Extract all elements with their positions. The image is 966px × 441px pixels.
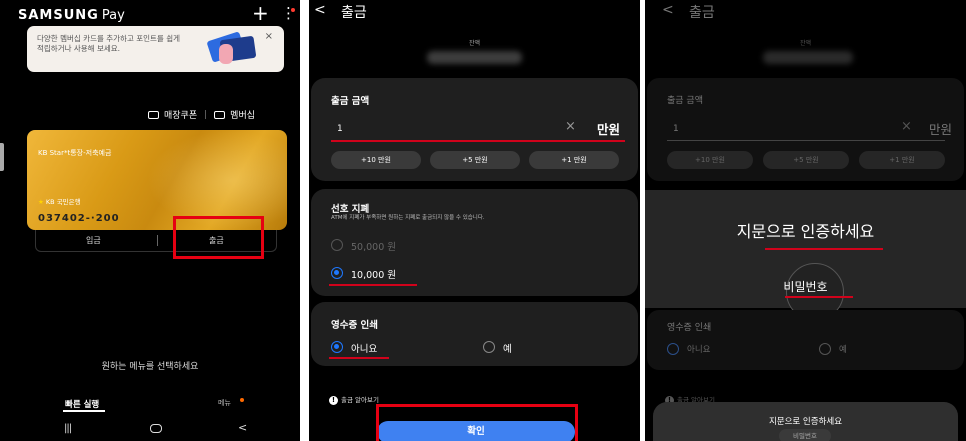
- brand-name: SAMSUNG: [18, 8, 99, 23]
- radio-50000: [331, 239, 343, 251]
- add-50k-chip: +5 만원: [763, 151, 849, 169]
- amount-title: 출금 금액: [667, 96, 703, 106]
- page-title: 출금: [689, 5, 715, 21]
- amount-input[interactable]: 1: [337, 124, 343, 134]
- amount-section-dimmed: 출금 금액 1 × 만원 +10 만원 +5 만원 +1 만원: [647, 78, 964, 181]
- page-title: 출금: [341, 5, 367, 21]
- card-title: KB Star*t통장-저축예금: [38, 149, 112, 157]
- divider: [157, 235, 158, 246]
- brand-suffix: Pay: [101, 8, 125, 23]
- info-icon: !: [329, 395, 338, 405]
- sheet-title: 지문으로 인증하세요: [768, 417, 843, 427]
- withdrawal-form-screen: < 출금 잔액 출금 금액 1 × 만원 +10 만원 +5 만원 +1 만원 …: [309, 0, 640, 441]
- card-bank-name: ★ KB 국민은행: [38, 196, 81, 206]
- coupon-link[interactable]: 매장쿠폰: [164, 108, 197, 121]
- sheet-password-button[interactable]: 비밀번호: [779, 429, 831, 441]
- option-10000-label[interactable]: 10,000 원: [351, 267, 396, 281]
- amount-section: 출금 금액 1 × 만원 +10 만원 +5 만원 +1 만원: [311, 78, 638, 181]
- recent-apps-icon[interactable]: |||: [64, 423, 72, 434]
- kb-star-icon: ★: [38, 198, 44, 206]
- close-icon[interactable]: ×: [265, 31, 273, 42]
- cards-illustration-icon: [207, 32, 256, 64]
- coupon-membership-row: 매장쿠폰 | 멤버십: [148, 108, 255, 121]
- menu-badge-dot: [240, 398, 244, 402]
- coupon-icon: [148, 110, 159, 119]
- option-50000-label: 50,000 원: [351, 242, 397, 253]
- back-icon[interactable]: <: [238, 421, 247, 434]
- app-logo: SAMSUNG Pay: [18, 8, 125, 23]
- radio-receipt-yes: [819, 343, 831, 355]
- divider: |: [204, 109, 208, 120]
- membership-link[interactable]: 멤버십: [230, 108, 255, 121]
- receipt-no-label[interactable]: 아니요: [351, 341, 377, 355]
- amount-unit: 만원: [929, 122, 953, 137]
- receipt-yes-label: 예: [839, 345, 847, 355]
- clear-icon: ×: [901, 119, 912, 134]
- annotation-underline: [331, 140, 625, 142]
- info-text: 출금 알아보기: [341, 396, 379, 404]
- back-icon[interactable]: <: [314, 2, 326, 18]
- add-50k-chip[interactable]: +5 만원: [430, 151, 520, 169]
- bank-card[interactable]: KB Star*t통장-저축예금 ★ KB 국민은행 037402-·200: [27, 130, 287, 230]
- fingerprint-prompt-text: 지문으로 인증하세요: [736, 222, 875, 241]
- balance-label: 잔액: [799, 40, 812, 47]
- annotation-underline: [765, 248, 883, 250]
- receipt-section: 영수증 인쇄 아니요 예: [311, 302, 638, 366]
- back-icon[interactable]: <: [662, 2, 674, 18]
- add-100k-chip: +10 만원: [667, 151, 753, 169]
- annotation-underline: [785, 296, 853, 298]
- add-10k-chip[interactable]: +1 만원: [529, 151, 619, 169]
- deposit-button[interactable]: 입금: [86, 235, 101, 246]
- radio-receipt-no[interactable]: [331, 341, 343, 353]
- password-button[interactable]: 비밀번호: [645, 278, 966, 295]
- quick-run-tab[interactable]: 빠른 실행: [65, 398, 99, 410]
- annotation-underline: [329, 357, 389, 359]
- preferred-notes-section: 선호 지폐 ATM에 지폐가 부족하면 원하는 지폐로 출금되지 않을 수 있습…: [311, 189, 638, 296]
- fingerprint-bottom-sheet: 지문으로 인증하세요 비밀번호: [653, 402, 958, 441]
- receipt-section-dimmed: 영수증 인쇄 아니요 예: [647, 310, 964, 370]
- input-line: [667, 140, 945, 141]
- home-icon[interactable]: [150, 424, 162, 433]
- amount-title: 출금 금액: [331, 96, 370, 107]
- balance-value-blurred: [427, 51, 522, 64]
- card-pattern: [147, 130, 287, 230]
- bank-name-text: KB 국민은행: [45, 198, 81, 206]
- promo-text: 다양한 멤버십 카드를 추가하고 포인트를 쉽게 적립하거나 사용해 보세요.: [37, 34, 181, 53]
- receipt-no-label: 아니요: [687, 345, 711, 355]
- amount-unit: 만원: [597, 122, 621, 137]
- radio-10000[interactable]: [331, 267, 343, 279]
- select-menu-prompt: 원하는 메뉴를 선택하세요: [101, 362, 199, 372]
- amount-value: 1: [673, 124, 679, 134]
- more-options-icon[interactable]: ⋮: [281, 4, 296, 22]
- membership-icon: [214, 110, 226, 119]
- add-10k-chip: +1 만원: [859, 151, 945, 169]
- radio-receipt-yes[interactable]: [483, 341, 495, 353]
- edge-panel-handle[interactable]: [0, 143, 4, 171]
- clear-icon[interactable]: ×: [565, 119, 576, 134]
- annotation-underline: [329, 284, 417, 286]
- notification-dot: [291, 8, 295, 12]
- balance-label: 잔액: [468, 40, 481, 47]
- highlight-box-withdraw: [173, 216, 264, 259]
- menu-tab[interactable]: 메뉴: [218, 398, 231, 408]
- fingerprint-prompt-overlay: 지문으로 인증하세요 비밀번호: [645, 190, 966, 321]
- receipt-title: 영수증 인쇄: [331, 320, 379, 331]
- membership-promo-banner[interactable]: 다양한 멤버십 카드를 추가하고 포인트를 쉽게 적립하거나 사용해 보세요. …: [27, 26, 284, 72]
- radio-receipt-no: [667, 343, 679, 355]
- add-100k-chip[interactable]: +10 만원: [331, 151, 421, 169]
- add-icon[interactable]: +: [252, 3, 269, 23]
- fingerprint-auth-screen: < 출금 잔액 출금 금액 1 × 만원 +10 만원 +5 만원 +1 만원 …: [645, 0, 966, 441]
- samsung-pay-home-screen: SAMSUNG Pay + ⋮ 다양한 멤버십 카드를 추가하고 포인트를 쉽게 …: [0, 0, 300, 441]
- balance-value-blurred: [763, 51, 853, 64]
- active-tab-indicator: [63, 410, 105, 412]
- highlight-box-confirm: [376, 404, 578, 441]
- withdraw-info-link[interactable]: ! 출금 알아보기: [329, 394, 379, 405]
- receipt-title: 영수증 인쇄: [667, 323, 712, 333]
- receipt-yes-label[interactable]: 예: [503, 341, 512, 355]
- preferred-notes-description: ATM에 지폐가 부족하면 원하는 지폐로 출금되지 않을 수 있습니다.: [331, 215, 485, 221]
- card-account-number: 037402-·200: [38, 213, 120, 224]
